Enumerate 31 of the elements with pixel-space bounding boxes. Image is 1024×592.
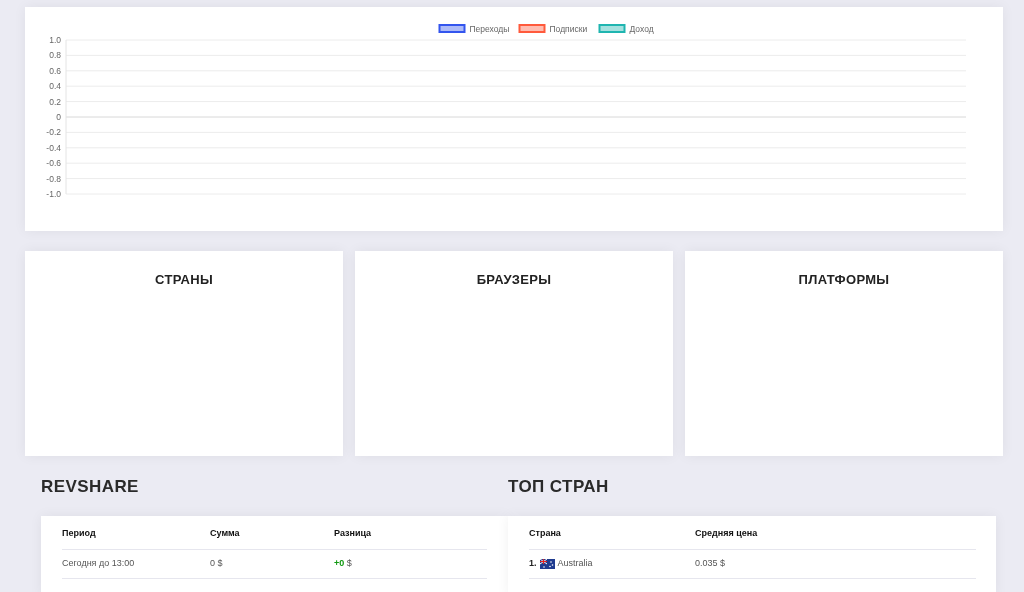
axis-tick-label: -0.4 [46, 142, 61, 153]
section-title: REVSHARE [41, 476, 140, 498]
section-title: ТОП СТРАН [508, 476, 610, 498]
legend-label: Доход [629, 24, 654, 34]
table-cell-text: 0 $ [210, 557, 224, 571]
panel-title: СТРАНЫ [155, 271, 213, 289]
column-header: Средняя цена [695, 527, 759, 541]
table-cell-text: +0 $ [334, 557, 353, 571]
rank-number: 1. [529, 557, 537, 571]
axis-tick-label: 0.6 [49, 65, 61, 76]
table-cell-text: 0.035 $ [695, 557, 727, 571]
axis-tick-label: 0.4 [49, 81, 61, 92]
legend-label: Переходы [469, 24, 510, 34]
axis-tick-label: 0.2 [49, 96, 61, 107]
panel-title: БРАУЗЕРЫ [476, 271, 552, 289]
axis-tick-label: -0.8 [46, 173, 61, 184]
axis-tick-label: -0.6 [46, 158, 61, 169]
column-header: Период [62, 527, 97, 541]
axis-tick-label: 1.0 [49, 35, 61, 45]
column-header: Сумма [210, 527, 241, 541]
column-header: Страна [529, 527, 562, 541]
panel-title: ПЛАТФОРМЫ [798, 271, 890, 289]
flag-icon [539, 559, 555, 569]
table-cell-text: Сегодня до 13:00 [62, 557, 136, 571]
axis-tick-label: 0 [56, 112, 61, 122]
column-header: Разница [334, 527, 373, 541]
axis-tick-label: -1.0 [46, 189, 61, 199]
axis-tick-label: 0.8 [49, 50, 61, 61]
legend-label: Подписки [549, 24, 588, 34]
axis-tick-label: -0.2 [46, 127, 61, 138]
country-name: Australia [557, 557, 593, 571]
